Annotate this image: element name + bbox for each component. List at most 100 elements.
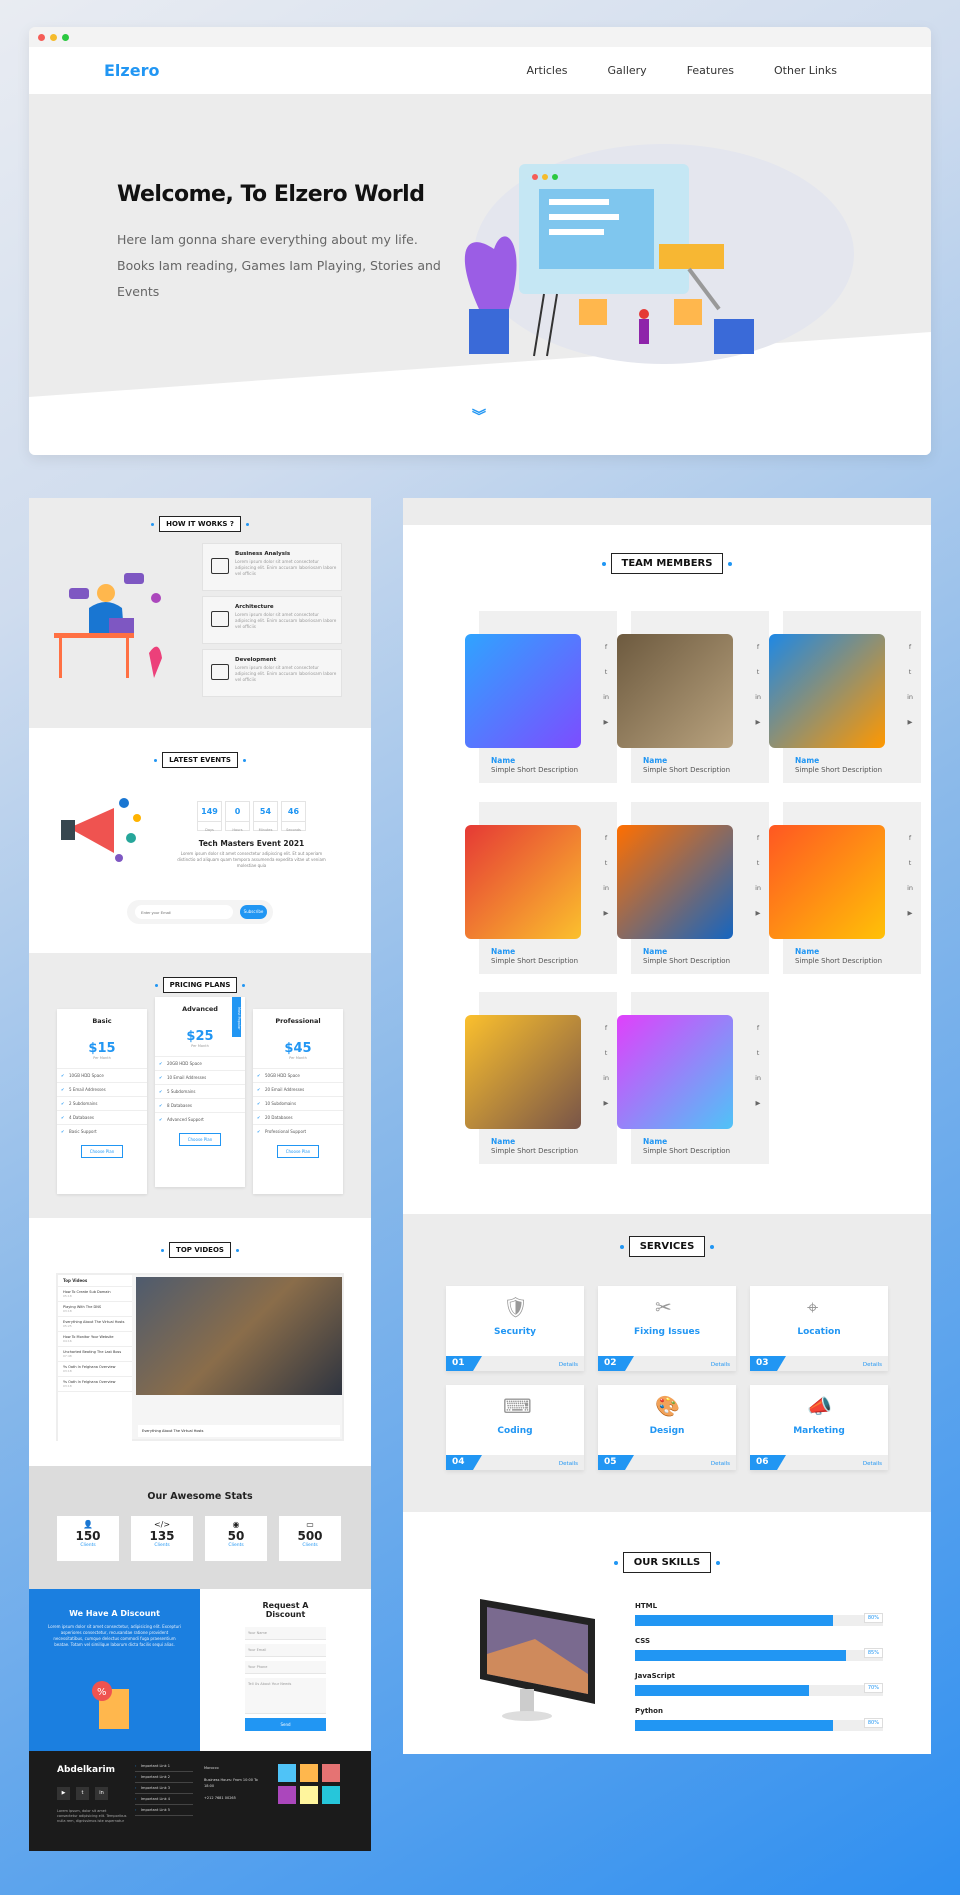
skill-name: Python xyxy=(635,1707,663,1715)
member-name: Name xyxy=(491,756,516,765)
twitter-icon[interactable]: t xyxy=(603,1049,609,1057)
nav-articles[interactable]: Articles xyxy=(526,64,567,77)
stat-box: ▭ 500 Clients xyxy=(279,1516,341,1561)
twitter-icon[interactable]: t xyxy=(755,859,761,867)
facebook-icon[interactable]: f xyxy=(603,643,609,651)
team-member-card: f t in ▶ Name Simple Short Description xyxy=(465,992,617,1164)
linkedin-icon[interactable]: in xyxy=(907,693,913,701)
member-name: Name xyxy=(795,947,820,956)
twitter-icon[interactable]: t xyxy=(755,668,761,676)
linkedin-icon[interactable]: in xyxy=(907,884,913,892)
linkedin-icon[interactable]: in xyxy=(755,693,761,701)
choose-plan-button[interactable]: Choose Plan xyxy=(276,1145,320,1158)
linkedin-icon[interactable]: in xyxy=(755,884,761,892)
message-field[interactable]: Tell Us About Your Needs xyxy=(245,1678,326,1714)
code-icon: </> xyxy=(153,1520,171,1529)
video-item[interactable]: Ys Oath In Felghana Overview 03:18 xyxy=(58,1377,132,1392)
service-details-link[interactable]: Details xyxy=(559,1461,578,1467)
gallery-image[interactable] xyxy=(322,1764,340,1782)
service-details-link[interactable]: Details xyxy=(863,1461,882,1467)
service-details-link[interactable]: Details xyxy=(863,1362,882,1368)
video-item[interactable]: Ys Oath In Felghana Overview 03:18 xyxy=(58,1362,132,1377)
youtube-icon[interactable]: ▶ xyxy=(603,909,609,917)
facebook-icon[interactable]: f xyxy=(907,643,913,651)
video-item[interactable]: How To Monitor Your Website 04:16 xyxy=(58,1332,132,1347)
service-name: Security xyxy=(493,1327,537,1337)
member-avatar xyxy=(617,1015,733,1129)
close-dot[interactable] xyxy=(38,33,45,41)
development-icon xyxy=(211,664,229,680)
service-card: ⌖ Location 03 Details xyxy=(750,1286,888,1371)
video-item[interactable]: Everything About The Virtual Hosts 05:25 xyxy=(58,1317,132,1332)
facebook-icon[interactable]: f xyxy=(603,1024,609,1032)
service-details-link[interactable]: Details xyxy=(711,1461,730,1467)
gallery-image[interactable] xyxy=(300,1764,318,1782)
facebook-icon[interactable]: f xyxy=(603,834,609,842)
linkedin-icon[interactable]: in xyxy=(755,1074,761,1082)
facebook-icon[interactable]: f xyxy=(755,643,761,651)
service-details-link[interactable]: Details xyxy=(711,1362,730,1368)
plan-price: $45 xyxy=(284,1041,312,1056)
name-field[interactable]: Your Name xyxy=(245,1627,326,1640)
footer-phone: +212 7681 00265 xyxy=(204,1796,236,1800)
phone-field[interactable]: Your Phone xyxy=(245,1661,326,1674)
youtube-icon[interactable]: ▶ xyxy=(603,718,609,726)
team-member-card: f t in ▶ Name Simple Short Description xyxy=(465,802,617,974)
minimize-dot[interactable] xyxy=(50,33,57,41)
youtube-icon[interactable]: ▶ xyxy=(907,718,913,726)
video-item[interactable]: Uncharted Beating The Last Boss 07:48 xyxy=(58,1347,132,1362)
twitter-icon[interactable]: t xyxy=(603,859,609,867)
skills-section: OUR SKILLS HTML 80% CSS 85% JavaScript 70% Pyt… xyxy=(403,1512,931,1754)
linkedin-icon[interactable]: in xyxy=(603,1074,609,1082)
email-field[interactable]: Your Email xyxy=(245,1644,326,1657)
team-section: TEAM MEMBERS f t in ▶ Name Simple Short Descr… xyxy=(403,498,931,1214)
gallery-image[interactable] xyxy=(278,1786,296,1804)
facebook-icon[interactable]: f xyxy=(907,834,913,842)
choose-plan-button[interactable]: Choose Plan xyxy=(178,1133,222,1146)
maximize-dot[interactable] xyxy=(62,33,69,41)
twitter-icon[interactable]: t xyxy=(755,1049,761,1057)
discount-form-title: Request A Discount xyxy=(262,1601,309,1619)
laptop-code-icon: ⌨ xyxy=(503,1394,532,1418)
email-input[interactable] xyxy=(135,905,233,919)
youtube-icon[interactable]: ▶ xyxy=(755,718,761,726)
skill-track: 80% xyxy=(635,1718,883,1731)
footer: Abdelkarim ▶ t in Lorem ipsum, dolor sit… xyxy=(29,1751,371,1851)
youtube-icon[interactable]: ▶ xyxy=(755,909,761,917)
send-button[interactable]: Send xyxy=(245,1718,326,1731)
member-name: Name xyxy=(491,1137,516,1146)
twitter-icon[interactable]: t xyxy=(907,668,913,676)
nav-gallery[interactable]: Gallery xyxy=(608,64,647,77)
youtube-icon[interactable]: ▶ xyxy=(603,1099,609,1107)
twitter-icon[interactable]: t xyxy=(907,859,913,867)
youtube-icon[interactable]: ▶ xyxy=(57,1787,70,1800)
discount-description: Lorem ipsum dolor sit amet consectetur, … xyxy=(48,1624,181,1647)
facebook-icon[interactable]: f xyxy=(755,1024,761,1032)
video-preview[interactable] xyxy=(136,1277,342,1395)
nav-features[interactable]: Features xyxy=(687,64,734,77)
linkedin-icon[interactable]: in xyxy=(603,693,609,701)
skill-name: CSS xyxy=(635,1637,651,1645)
service-details-link[interactable]: Details xyxy=(559,1362,578,1368)
twitter-icon[interactable]: t xyxy=(76,1787,89,1800)
subscribe-button[interactable]: Subscribe xyxy=(240,905,267,919)
youtube-icon[interactable]: ▶ xyxy=(755,1099,761,1107)
linkedin-icon[interactable]: in xyxy=(95,1787,108,1800)
scroll-down-icon[interactable]: ︾ xyxy=(472,406,486,426)
gallery-image[interactable] xyxy=(300,1786,318,1804)
logo[interactable]: Elzero xyxy=(104,61,159,80)
event-title: Tech Masters Event 2021 xyxy=(198,839,305,848)
user-icon: 👤 xyxy=(83,1520,93,1529)
skill-fill xyxy=(635,1650,846,1661)
nav-other-links[interactable]: Other Links xyxy=(774,64,837,77)
twitter-icon[interactable]: t xyxy=(603,668,609,676)
choose-plan-button[interactable]: Choose Plan xyxy=(80,1145,124,1158)
service-card: 📣 Marketing 06 Details xyxy=(750,1385,888,1470)
video-item[interactable]: Playing With The DNS 03:18 xyxy=(58,1302,132,1317)
youtube-icon[interactable]: ▶ xyxy=(907,909,913,917)
facebook-icon[interactable]: f xyxy=(755,834,761,842)
linkedin-icon[interactable]: in xyxy=(603,884,609,892)
gallery-image[interactable] xyxy=(322,1786,340,1804)
gallery-image[interactable] xyxy=(278,1764,296,1782)
video-item[interactable]: How To Create Sub Domain 05:18 xyxy=(58,1287,132,1302)
